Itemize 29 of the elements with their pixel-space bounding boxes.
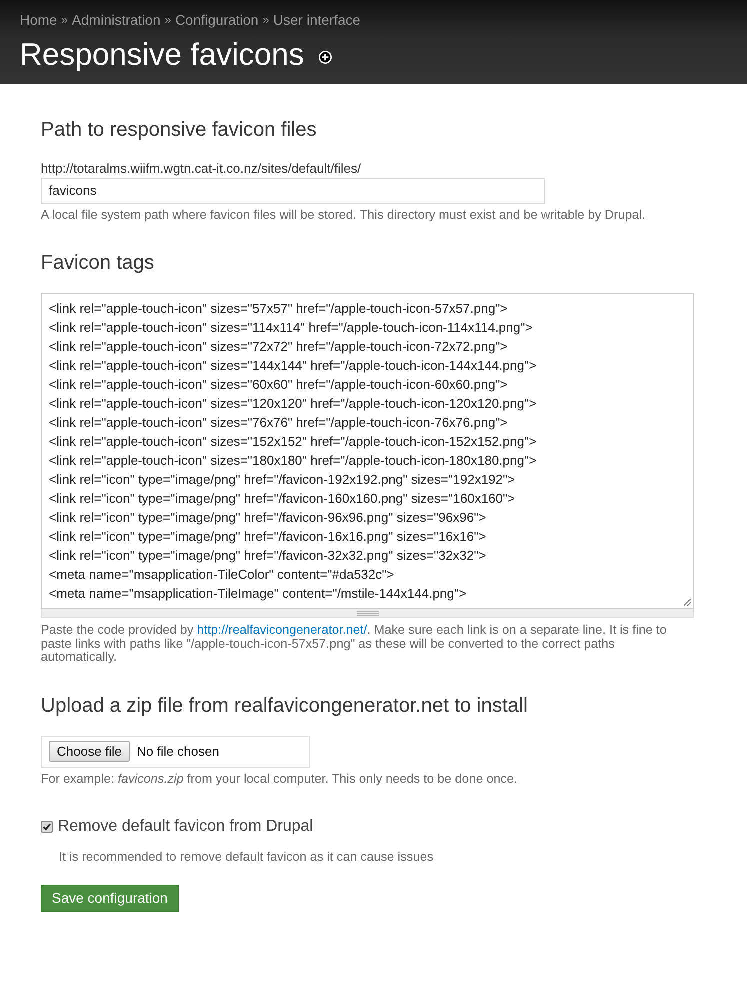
checkbox-label[interactable]: Remove default favicon from Drupal (58, 816, 314, 836)
choose-file-button[interactable]: Choose file (49, 741, 130, 762)
file-status: No file chosen (137, 744, 220, 759)
field-description: For example: favicons.zip from your local computer. This only needs to be done once. (41, 772, 519, 786)
grip-icon (356, 610, 378, 616)
resize-corner-icon[interactable] (684, 599, 691, 606)
page-title: Responsive favicons (20, 36, 304, 74)
breadcrumb-link[interactable]: Home (20, 11, 58, 29)
favicon-tags-textarea[interactable]: <link rel="apple-touch-icon" sizes="57x57" href="/apple-touch-icon-57x57.png"> <link rel="apple-touch-icon" sizes="114x114" href="/apple-touch-icon-114x114.png"> <link rel="apple-touch-icon" sizes="72x72" href="/apple-touch-icon-72x72.png"> <link rel="apple-touch-icon" sizes="144x144" href="/apple-touch-icon-144x144.png"> <link rel="apple-touch-icon" sizes="60x60" href="/apple-touch-icon-60x60.png"> <link rel="apple-touch-icon" sizes="120x120" href="/apple-touch-icon-120x120.png"> <link rel="apple-touch-icon" sizes="76x76" href="/apple-touch-icon-76x76.png"> <link rel="apple-touch-icon" sizes="152x152" href="/apple-touch-icon-152x152.png"> <link rel="apple-touch-icon" sizes="180x180" href="/apple-touch-icon-180x180.png"> <link rel="icon" type="image/png" href="/favicon-192x192.png" sizes="192x192"> <link rel="icon" type="image/png" href="/favicon-160x160.png" sizes="160x160"> <link rel="icon" type="image/png" href="/favicon-96x96.png" sizes="96x96"> <link rel="icon" type="image/png" href="/favicon-16x16.png" sizes="16x16"> <link rel="icon" type="image/png" href="/favicon-32x32.png" sizes="32x32"> <meta name="msapplication-TileColor" content="#da532c"> <meta name="msapplication-TileImage" content="/mstile-144x144.png"> (41, 293, 694, 609)
field-description: Paste the code provided by http://realfavicongenerator.net/. Make sure each link is on a separate line. It is fine to paste links with paths like "/apple-touch-icon-57x57.png" as these will be converted to the correct paths automatically. (41, 624, 668, 664)
breadcrumb-link[interactable]: Administration (72, 11, 161, 29)
save-button[interactable]: Save configuration (41, 884, 179, 912)
resize-handle[interactable] (41, 609, 694, 618)
breadcrumb-link[interactable]: User interface (273, 11, 361, 29)
section-heading: Favicon tags (41, 251, 156, 275)
generator-link[interactable]: http://realfavicongenerator.net/ (197, 623, 368, 637)
checkbox[interactable] (41, 820, 53, 832)
path-prefix: http://totaralms.wiifm.wgtn.cat-it.co.nz/sites/default/files/ (41, 161, 362, 177)
section-heading: Upload a zip file from realfavicongenerator.net to install (41, 694, 529, 718)
breadcrumb-separator: » (262, 12, 270, 29)
breadcrumb-separator: » (61, 12, 68, 29)
field-description: A local file system path where favicon files will be stored. This directory must exist and be writable by Drupal. (41, 208, 647, 223)
section-heading: Path to responsive favicon files (41, 118, 318, 142)
checkbox-description: It is recommended to remove default favicon as it can cause issues (58, 850, 434, 864)
breadcrumb-link[interactable]: Configuration (175, 11, 259, 29)
path-input-field[interactable]: favicons (41, 178, 545, 204)
file-upload-field[interactable]: Choose file No file chosen (41, 736, 310, 768)
plus-circle-icon[interactable] (319, 50, 332, 64)
breadcrumb-separator: » (164, 12, 172, 29)
